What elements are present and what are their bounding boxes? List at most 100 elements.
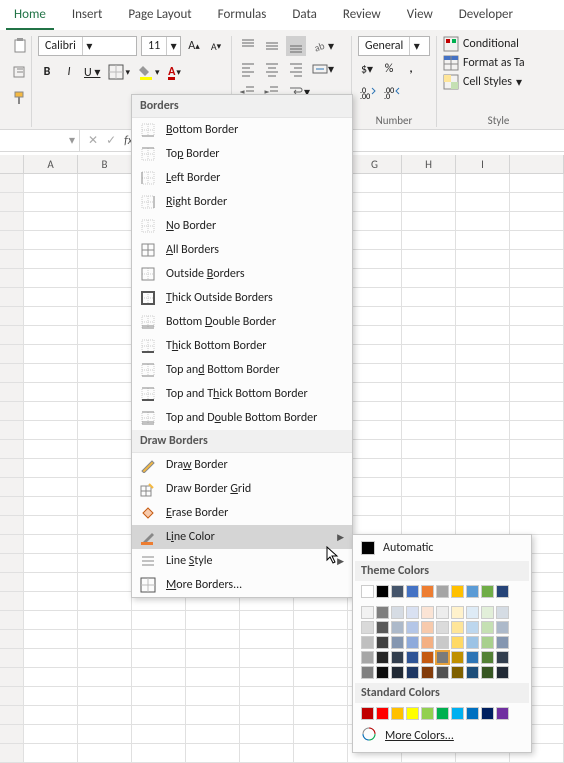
line-color-menu-item[interactable]: Line Color▶	[132, 525, 352, 549]
decrease-font-button[interactable]: A▾	[207, 36, 225, 56]
color-swatch[interactable]	[391, 621, 404, 634]
orientation-button[interactable]: ab▾	[310, 36, 336, 56]
color-swatch[interactable]	[496, 606, 509, 619]
color-swatch[interactable]	[466, 636, 479, 649]
color-swatch[interactable]	[391, 585, 404, 598]
color-swatch[interactable]	[406, 606, 419, 619]
color-swatch[interactable]	[481, 585, 494, 598]
more-colors-item[interactable]: More Colors...	[355, 722, 529, 750]
color-swatch[interactable]	[496, 621, 509, 634]
border-menu-item[interactable]: Draw Border	[132, 453, 352, 477]
borders-split-button[interactable]: ▾	[106, 62, 132, 82]
color-swatch[interactable]	[436, 606, 449, 619]
color-swatch[interactable]	[496, 666, 509, 679]
cancel-icon[interactable]: ✕	[88, 133, 98, 148]
border-menu-item[interactable]: All Borders	[132, 238, 352, 262]
color-swatch[interactable]	[466, 621, 479, 634]
border-menu-item[interactable]: Bottom Border	[132, 118, 352, 142]
color-swatch[interactable]	[406, 651, 419, 664]
color-swatch[interactable]	[421, 621, 434, 634]
column-header[interactable]: G	[348, 155, 402, 173]
color-swatch[interactable]	[376, 666, 389, 679]
color-swatch[interactable]	[361, 621, 374, 634]
accounting-format-button[interactable]: $▾	[358, 59, 376, 79]
color-swatch[interactable]	[451, 606, 464, 619]
color-swatch[interactable]	[481, 636, 494, 649]
chevron-down-icon[interactable]: ▾	[166, 37, 180, 55]
color-swatch[interactable]	[406, 707, 419, 720]
color-swatch[interactable]	[466, 585, 479, 598]
fill-color-button[interactable]: ▾	[136, 62, 162, 82]
border-menu-item[interactable]: Thick Bottom Border	[132, 334, 352, 358]
tab-page-layout[interactable]: Page Layout	[120, 4, 199, 30]
color-swatch[interactable]	[496, 585, 509, 598]
color-swatch[interactable]	[451, 666, 464, 679]
cell-styles-button[interactable]: Cell Styles ▾	[443, 74, 554, 90]
color-swatch[interactable]	[466, 707, 479, 720]
color-swatch[interactable]	[421, 651, 434, 664]
format-painter-button[interactable]	[10, 88, 30, 108]
tab-view[interactable]: View	[399, 4, 441, 30]
border-menu-item[interactable]: No Border	[132, 214, 352, 238]
tab-formulas[interactable]: Formulas	[210, 4, 275, 30]
color-swatch[interactable]	[466, 651, 479, 664]
color-swatch[interactable]	[466, 666, 479, 679]
tab-insert[interactable]: Insert	[64, 4, 111, 30]
column-header[interactable]: I	[456, 155, 510, 173]
color-swatch[interactable]	[481, 621, 494, 634]
align-top-button[interactable]	[238, 36, 258, 56]
color-swatch[interactable]	[391, 707, 404, 720]
color-swatch[interactable]	[436, 621, 449, 634]
border-menu-item[interactable]: Outside Borders	[132, 262, 352, 286]
column-header[interactable]: H	[402, 155, 456, 173]
conditional-formatting-button[interactable]: Conditional	[443, 36, 554, 52]
font-color-button[interactable]: A ▾	[166, 62, 184, 82]
color-swatch[interactable]	[361, 636, 374, 649]
column-header[interactable]: B	[78, 155, 132, 173]
paste-button[interactable]	[10, 36, 30, 56]
color-swatch[interactable]	[451, 636, 464, 649]
color-swatch[interactable]	[421, 666, 434, 679]
increase-decimal-button[interactable]: .0.00	[358, 82, 378, 102]
color-swatch[interactable]	[436, 585, 449, 598]
border-menu-item[interactable]: Bottom Double Border	[132, 310, 352, 334]
increase-font-button[interactable]: A▴	[185, 36, 203, 56]
name-box[interactable]: ▾	[0, 130, 80, 151]
color-swatch[interactable]	[421, 606, 434, 619]
column-header[interactable]: A	[24, 155, 78, 173]
color-swatch[interactable]	[376, 707, 389, 720]
color-swatch[interactable]	[451, 585, 464, 598]
comma-style-button[interactable]: ,	[402, 59, 420, 79]
italic-button[interactable]: I	[60, 62, 78, 82]
select-all-corner[interactable]	[0, 155, 24, 173]
color-swatch[interactable]	[406, 666, 419, 679]
color-swatch[interactable]	[406, 636, 419, 649]
color-swatch[interactable]	[391, 636, 404, 649]
color-swatch[interactable]	[406, 585, 419, 598]
percent-button[interactable]: %	[380, 59, 398, 79]
border-menu-item[interactable]: Top and Bottom Border	[132, 358, 352, 382]
column-header[interactable]	[510, 155, 564, 173]
color-swatch[interactable]	[361, 606, 374, 619]
border-menu-item[interactable]: Top and Double Bottom Border	[132, 406, 352, 430]
border-menu-item[interactable]: Right Border	[132, 190, 352, 214]
decrease-decimal-button[interactable]: .00.0	[382, 82, 402, 102]
enter-icon[interactable]: ✓	[106, 133, 116, 148]
tab-developer[interactable]: Developer	[451, 4, 521, 30]
border-menu-item[interactable]: Top and Thick Bottom Border	[132, 382, 352, 406]
color-swatch[interactable]	[421, 585, 434, 598]
color-swatch[interactable]	[436, 636, 449, 649]
color-swatch[interactable]	[421, 707, 434, 720]
color-swatch[interactable]	[436, 651, 449, 664]
color-swatch[interactable]	[496, 636, 509, 649]
color-swatch[interactable]	[421, 636, 434, 649]
color-swatch[interactable]	[481, 651, 494, 664]
border-menu-item[interactable]: Draw Border Grid	[132, 477, 352, 501]
color-swatch[interactable]	[376, 621, 389, 634]
color-swatch[interactable]	[406, 621, 419, 634]
color-swatch[interactable]	[361, 585, 374, 598]
color-swatch[interactable]	[376, 636, 389, 649]
tab-home[interactable]: Home	[6, 4, 54, 30]
color-swatch[interactable]	[481, 707, 494, 720]
border-menu-item[interactable]: Thick Outside Borders	[132, 286, 352, 310]
